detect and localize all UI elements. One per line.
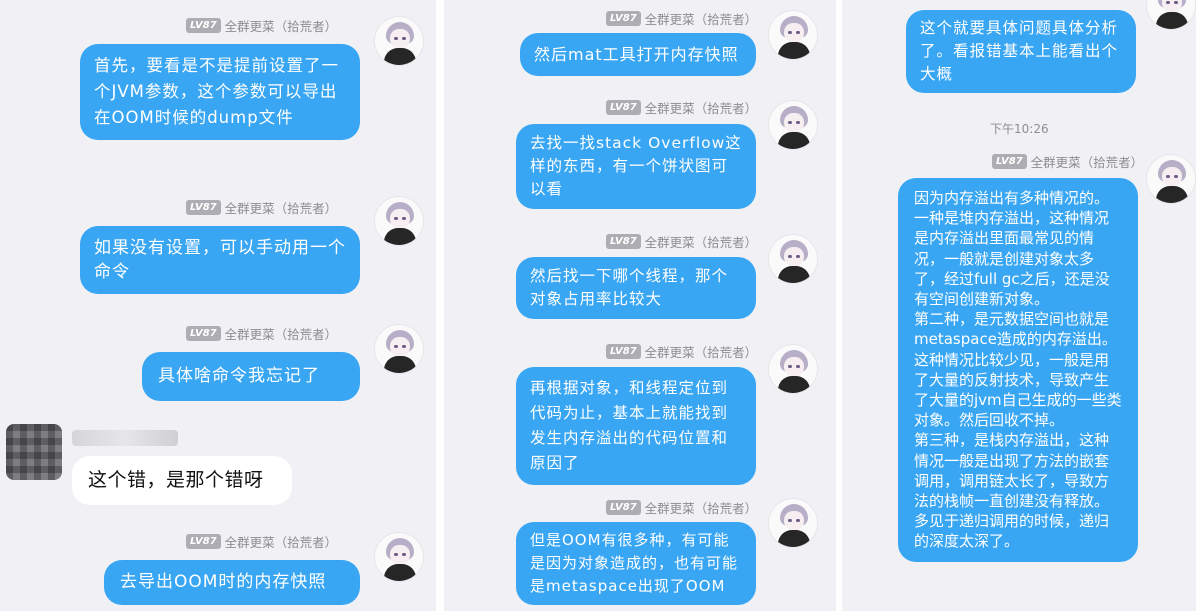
sender-meta: LV87 全群更菜 （拾荒者） bbox=[606, 498, 757, 516]
avatar[interactable] bbox=[374, 16, 424, 66]
level-badge: LV87 bbox=[606, 343, 641, 359]
sender-title: （拾荒者） bbox=[694, 500, 758, 516]
level-badge: LV87 bbox=[606, 99, 641, 115]
sender-title: （拾荒者） bbox=[694, 11, 758, 27]
message-bubble[interactable]: 这个就要具体问题具体分析了。看报错基本上能看出个大概 bbox=[906, 10, 1136, 93]
level-badge: LV87 bbox=[992, 153, 1027, 169]
sender-meta: LV87 全群更菜 （拾荒者） bbox=[606, 9, 757, 27]
chat-panel-1: LV87 全群更菜 （拾荒者） 首先，要看是不是提前设置了一个JVM参数，这个参… bbox=[0, 0, 436, 611]
avatar[interactable] bbox=[1146, 0, 1196, 30]
sender-meta: LV87 全群更菜 （拾荒者） bbox=[186, 324, 337, 342]
level-badge: LV87 bbox=[186, 533, 221, 549]
sender-name: 全群更菜 bbox=[644, 234, 695, 250]
sender-meta: LV87 全群更菜 （拾荒者） bbox=[186, 198, 337, 216]
timestamp: 下午10:26 bbox=[990, 122, 1049, 136]
sender-meta: LV87 全群更菜 （拾荒者） bbox=[606, 98, 757, 116]
sender-title: （拾荒者） bbox=[694, 344, 758, 360]
sender-name: 全群更菜 bbox=[644, 100, 695, 116]
message-bubble[interactable]: 然后找一下哪个线程，那个对象占用率比较大 bbox=[516, 257, 756, 319]
sender-title: （拾荒者） bbox=[274, 534, 338, 550]
message-bubble[interactable]: 但是OOM有很多种，有可能是因为对象造成的，也有可能是metaspace出现了O… bbox=[516, 522, 756, 605]
sender-name: 全群更菜 bbox=[224, 326, 275, 342]
message-bubble[interactable]: 去找一找stack Overflow这样的东西，有一个饼状图可以看 bbox=[516, 124, 756, 209]
level-badge: LV87 bbox=[606, 499, 641, 515]
avatar[interactable] bbox=[768, 234, 818, 284]
message-bubble[interactable]: 如果没有设置，可以手动用一个命令 bbox=[80, 226, 360, 294]
level-badge: LV87 bbox=[186, 17, 221, 33]
sender-title: （拾荒者） bbox=[694, 234, 758, 250]
message-bubble[interactable]: 再根据对象，和线程定位到代码为止，基本上就能找到发生内存溢出的代码位置和原因了 bbox=[516, 367, 756, 485]
sender-title: （拾荒者） bbox=[1080, 154, 1144, 170]
sender-meta: LV87 全群更菜 （拾荒者） bbox=[186, 16, 337, 34]
message-bubble[interactable]: 首先，要看是不是提前设置了一个JVM参数，这个参数可以导出在OOM时候的dump… bbox=[80, 44, 360, 140]
sender-title: （拾荒者） bbox=[274, 18, 338, 34]
sender-name: 全群更菜 bbox=[1030, 154, 1081, 170]
sender-name: 全群更菜 bbox=[644, 11, 695, 27]
message-bubble[interactable]: 具体啥命令我忘记了 bbox=[142, 352, 360, 401]
sender-name: 全群更菜 bbox=[224, 200, 275, 216]
sender-name: 全群更菜 bbox=[224, 18, 275, 34]
sender-name: 全群更菜 bbox=[644, 344, 695, 360]
sender-title: （拾荒者） bbox=[274, 200, 338, 216]
message-bubble-long[interactable]: 因为内存溢出有多种情况的。 一种是堆内存溢出，这种情况是内存溢出里面最常见的情况… bbox=[898, 178, 1138, 562]
chat-panel-3: 这个就要具体问题具体分析了。看报错基本上能看出个大概 下午10:26 LV87 … bbox=[842, 0, 1196, 611]
level-badge: LV87 bbox=[606, 233, 641, 249]
blurred-avatar[interactable] bbox=[6, 424, 62, 480]
avatar[interactable] bbox=[374, 324, 424, 374]
level-badge: LV87 bbox=[186, 199, 221, 215]
sender-title: （拾荒者） bbox=[274, 326, 338, 342]
sender-name: 全群更菜 bbox=[224, 534, 275, 550]
avatar[interactable] bbox=[374, 196, 424, 246]
avatar[interactable] bbox=[1146, 154, 1196, 204]
sender-meta: LV87 全群更菜 （拾荒者） bbox=[992, 152, 1143, 170]
message-bubble[interactable]: 然后mat工具打开内存快照 bbox=[520, 33, 756, 76]
sender-meta: LV87 全群更菜 （拾荒者） bbox=[606, 342, 757, 360]
sender-name: 全群更菜 bbox=[644, 500, 695, 516]
level-badge: LV87 bbox=[186, 325, 221, 341]
chat-panel-2: LV87 全群更菜 （拾荒者） 然后mat工具打开内存快照 LV87 全群更菜 … bbox=[444, 0, 836, 611]
level-badge: LV87 bbox=[606, 10, 641, 26]
avatar[interactable] bbox=[768, 498, 818, 548]
avatar[interactable] bbox=[768, 344, 818, 394]
sender-meta: LV87 全群更菜 （拾荒者） bbox=[606, 232, 757, 250]
blurred-sender-name bbox=[72, 430, 178, 446]
avatar[interactable] bbox=[768, 10, 818, 60]
message-bubble[interactable]: 去导出OOM时的内存快照 bbox=[104, 560, 360, 605]
avatar[interactable] bbox=[768, 100, 818, 150]
message-bubble-other[interactable]: 这个错，是那个错呀 bbox=[72, 456, 292, 505]
sender-meta: LV87 全群更菜 （拾荒者） bbox=[186, 532, 337, 550]
avatar[interactable] bbox=[374, 532, 424, 582]
sender-title: （拾荒者） bbox=[694, 100, 758, 116]
